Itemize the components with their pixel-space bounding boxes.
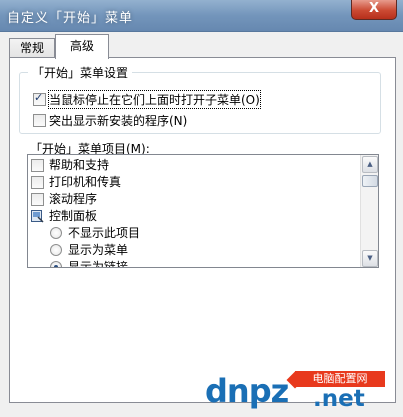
list-item-label: 帮助和支持 bbox=[49, 158, 110, 172]
cp-link-radio[interactable] bbox=[50, 261, 62, 267]
highlight-new-programs-checkbox[interactable] bbox=[33, 114, 46, 127]
submenu-hover-label[interactable]: 当鼠标停止在它们上面时打开子菜单(O) bbox=[48, 90, 261, 109]
highlight-new-programs-label[interactable]: 突出显示新安装的程序(N) bbox=[49, 112, 187, 129]
watermark-domain: .net bbox=[313, 386, 365, 412]
close-button[interactable]: X bbox=[351, 0, 397, 20]
close-icon: X bbox=[368, 1, 380, 16]
cp-hide-radio[interactable] bbox=[50, 227, 62, 239]
scroll-down-button[interactable]: ▼ bbox=[362, 250, 378, 267]
scroll-up-button[interactable]: ▲ bbox=[362, 156, 378, 173]
watermark-tagline: 电脑配置网 bbox=[295, 371, 385, 387]
scroll-thumb[interactable] bbox=[362, 175, 378, 187]
watermark-brand: dnpz bbox=[205, 372, 289, 410]
list-item-label: 显示为链接 bbox=[68, 260, 129, 268]
help-support-checkbox[interactable] bbox=[31, 159, 44, 172]
list-item-label: 不显示此项目 bbox=[68, 226, 141, 240]
title-bar: 自定义「开始」菜单 X bbox=[0, 0, 403, 32]
list-item-label: 打印机和传真 bbox=[49, 175, 122, 189]
scroll-programs-checkbox[interactable] bbox=[31, 193, 44, 206]
submenu-hover-checkbox[interactable] bbox=[33, 91, 46, 106]
window-title: 自定义「开始」菜单 bbox=[7, 11, 134, 26]
cp-menu-radio[interactable] bbox=[50, 244, 62, 256]
list-item-label: 控制面板 bbox=[49, 209, 98, 223]
watermark-logo: dnpz 电脑配置网 .net bbox=[205, 368, 395, 414]
settings-group-legend: 「开始」菜单设置 bbox=[28, 64, 133, 81]
list-scrollbar[interactable]: ▲ ▼ bbox=[360, 155, 378, 267]
list-item-label: 显示为菜单 bbox=[68, 243, 129, 257]
tab-general[interactable]: 常规 bbox=[9, 38, 55, 58]
list-item-label: 滚动程序 bbox=[49, 192, 98, 206]
tab-advanced[interactable]: 高级 bbox=[55, 34, 109, 59]
start-menu-items-list[interactable]: 帮助和支持 打印机和传真 滚动程序 控制面板 不显示此项目 显示为菜单 显示为链… bbox=[27, 154, 379, 268]
printers-checkbox[interactable] bbox=[31, 176, 44, 189]
control-panel-icon bbox=[31, 210, 44, 223]
